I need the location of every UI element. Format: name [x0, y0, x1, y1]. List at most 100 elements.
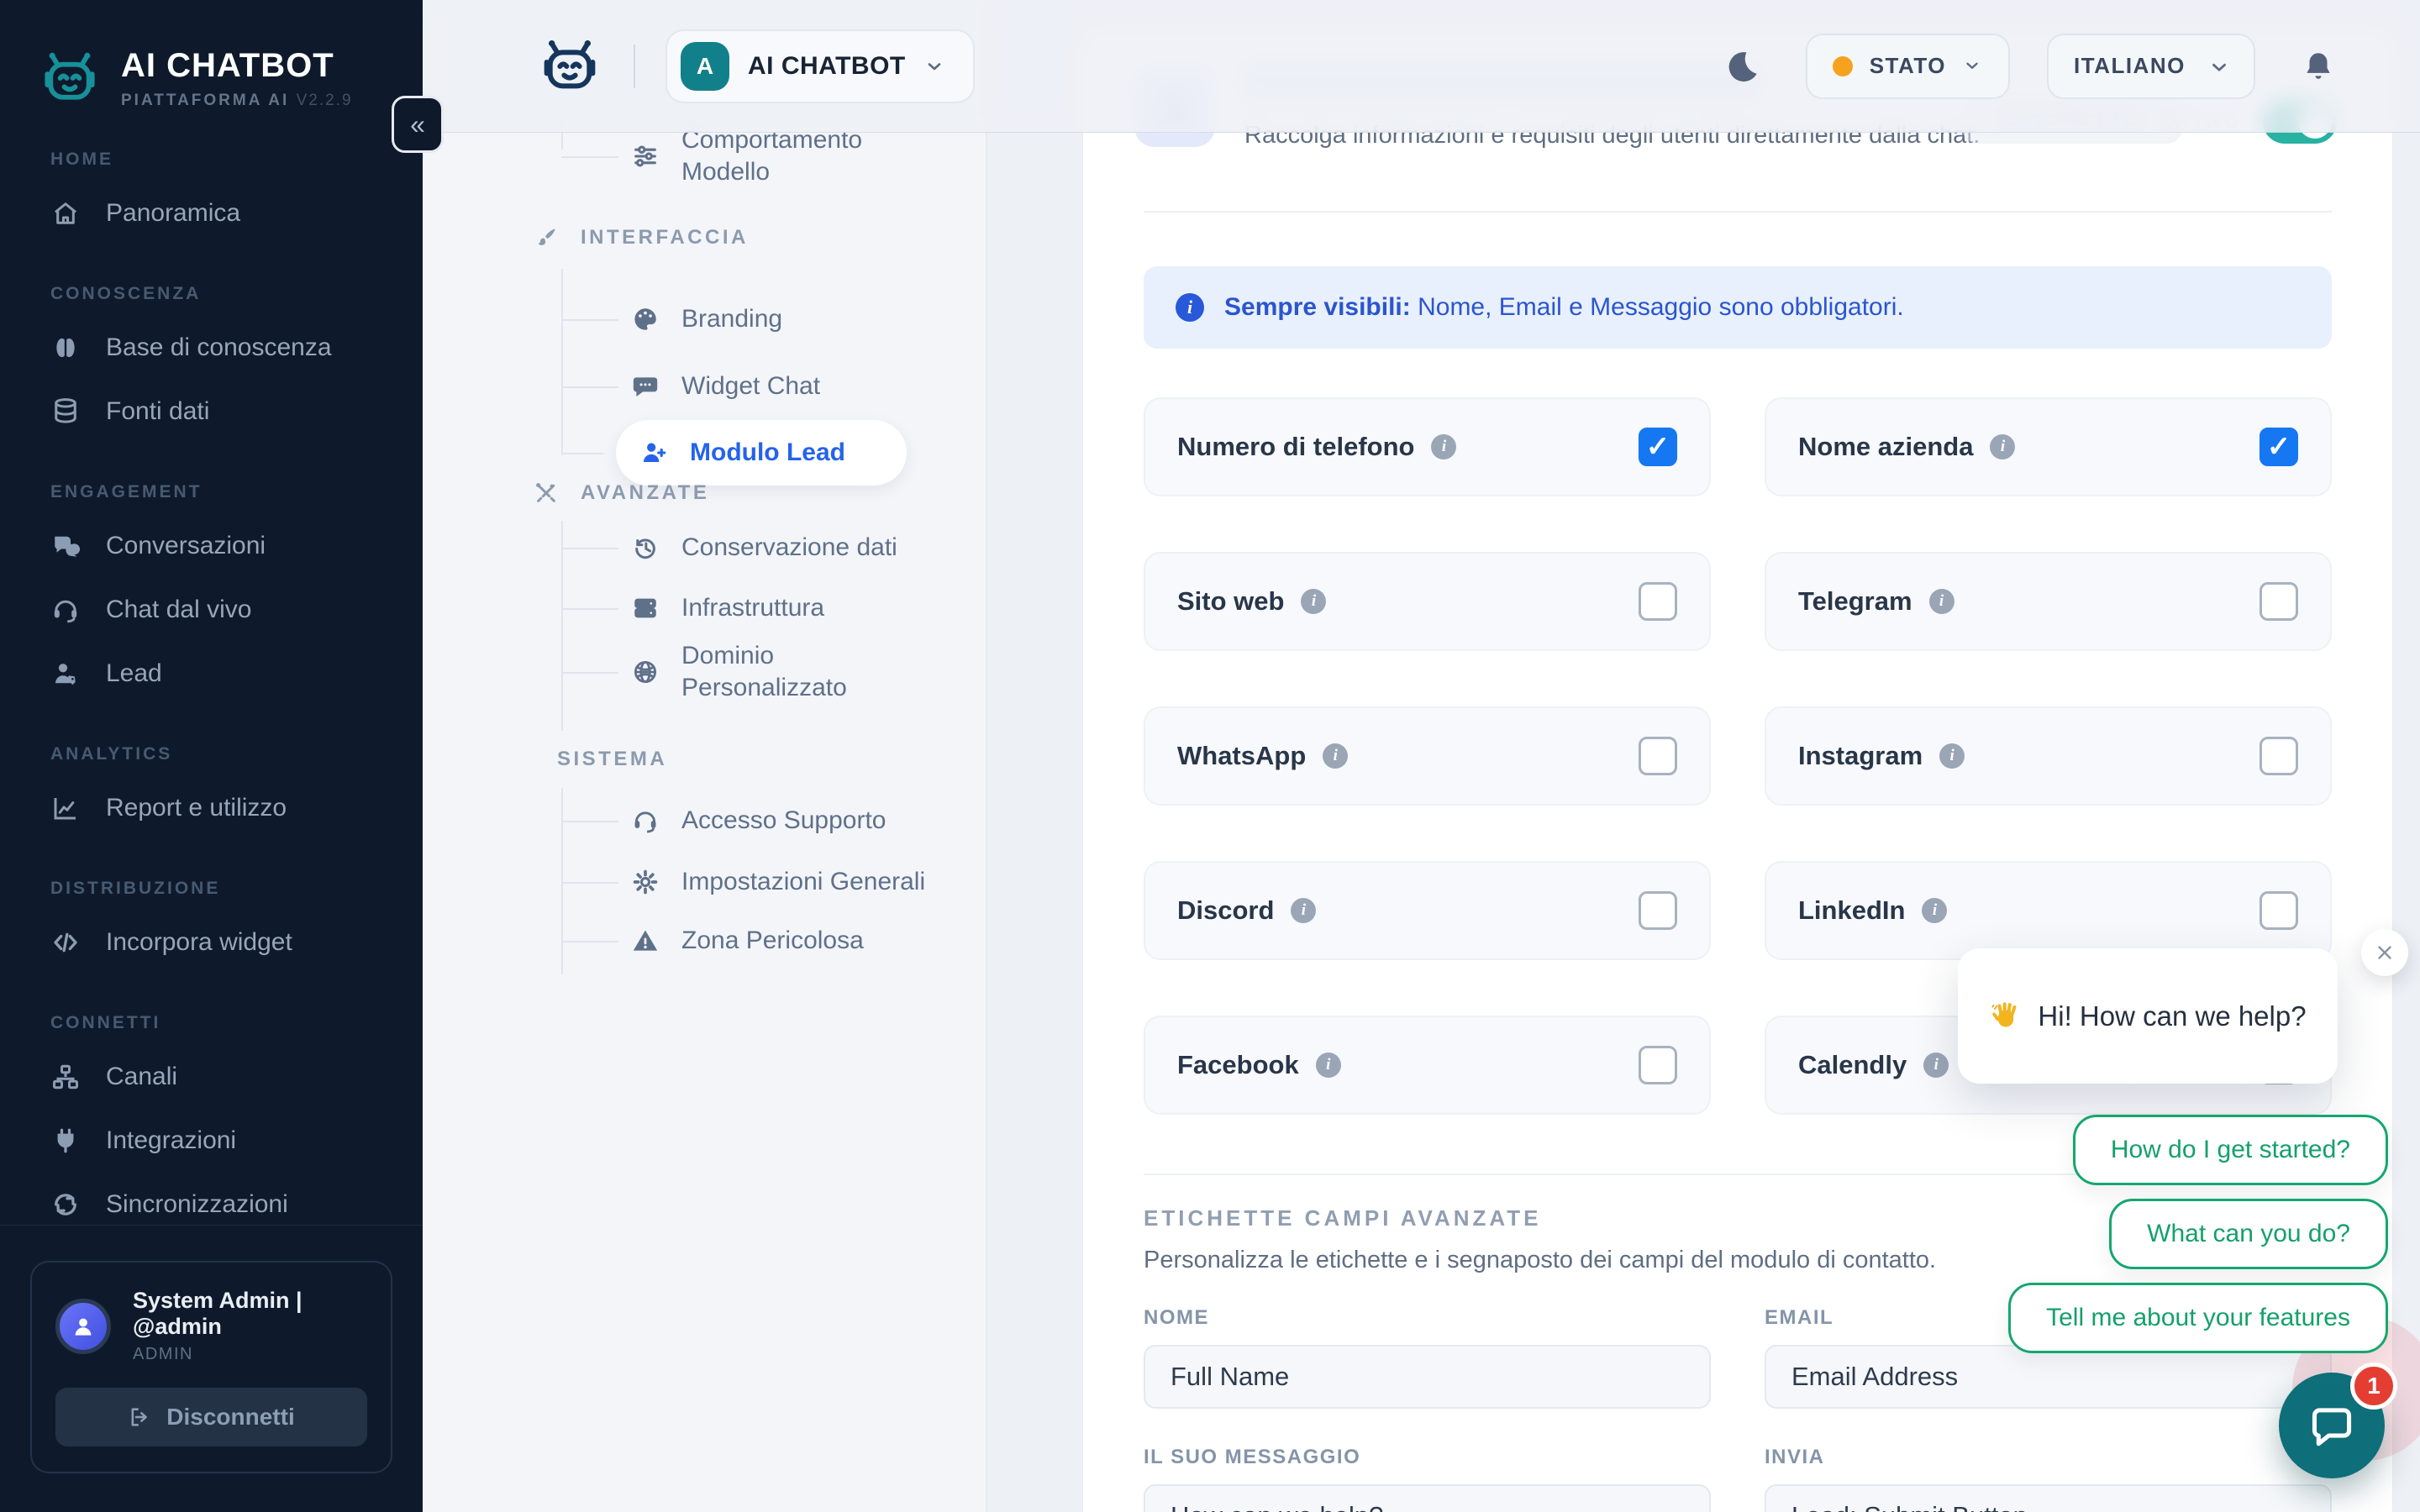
messaggio-label-input[interactable]: [1144, 1484, 1711, 1512]
settings-item-zona-pericolosa[interactable]: Zona Pericolosa: [631, 916, 864, 966]
wave-emoji-icon: [1989, 1000, 2023, 1033]
notifications-bell-button[interactable]: [2292, 40, 2344, 92]
checkbox-sito-web[interactable]: ✓: [1639, 582, 1677, 621]
settings-item-impostazioni-generali[interactable]: Impostazioni Generali: [631, 857, 925, 907]
checkbox-numero-di-telefono[interactable]: ✓: [1639, 428, 1677, 466]
sidebar-item-incorpora-widget[interactable]: Incorpora widget: [29, 911, 394, 974]
avatar: [55, 1299, 111, 1354]
sync-icon: [50, 1189, 81, 1220]
chat-suggestion-what-can-you-do[interactable]: What can you do?: [2109, 1199, 2388, 1269]
tools-icon: [534, 480, 559, 506]
settings-section-avanzate: AVANZATE: [534, 480, 709, 506]
sidebar-item-canali[interactable]: Canali: [29, 1045, 394, 1109]
info-icon[interactable]: i: [1922, 898, 1947, 923]
plug-icon: [50, 1126, 81, 1156]
user-name: System Admin | @admin: [133, 1288, 367, 1340]
field-card-nome-azienda[interactable]: Nome azienda i ✓: [1765, 397, 2332, 496]
brain-icon: [50, 333, 81, 363]
sidebar-item-fonti-dati[interactable]: Fonti dati: [29, 380, 394, 444]
info-icon[interactable]: i: [1291, 898, 1316, 923]
info-icon[interactable]: i: [1431, 434, 1456, 459]
checkbox-discord[interactable]: ✓: [1639, 891, 1677, 930]
info-icon[interactable]: i: [1939, 743, 1965, 769]
info-icon[interactable]: i: [1990, 434, 2015, 459]
sidebar-collapse-button[interactable]: «: [392, 96, 444, 153]
sliders-icon: [631, 142, 660, 171]
info-icon[interactable]: i: [1316, 1053, 1341, 1078]
checkbox-telegram[interactable]: ✓: [2260, 582, 2298, 621]
field-card-linkedin[interactable]: LinkedIn i ✓: [1765, 861, 2332, 960]
checkbox-instagram[interactable]: ✓: [2260, 737, 2298, 775]
chevron-down-icon: [2208, 56, 2228, 76]
chat-suggestion-features[interactable]: Tell me about your features: [2008, 1283, 2388, 1353]
settings-item-conservazione-dati[interactable]: Conservazione dati: [631, 522, 897, 573]
field-card-sito-web[interactable]: Sito web i ✓: [1144, 552, 1711, 651]
checkbox-facebook[interactable]: ✓: [1639, 1046, 1677, 1084]
checkbox-nome-azienda[interactable]: ✓: [2260, 428, 2298, 466]
settings-item-dominio-personalizzato[interactable]: Dominio Personalizzato: [631, 640, 900, 704]
settings-section-sistema: SISTEMA: [557, 748, 667, 771]
warning-icon: [631, 927, 660, 955]
email-label-input[interactable]: [1765, 1345, 2332, 1409]
field-card-telegram[interactable]: Telegram i ✓: [1765, 552, 2332, 651]
chat-close-button[interactable]: [2361, 929, 2408, 976]
settings-item-infrastruttura[interactable]: Infrastruttura: [631, 583, 824, 633]
app-tagline: PIATTAFORMA AI V2.2.9: [121, 92, 353, 110]
invia-label-input[interactable]: [1765, 1484, 2332, 1512]
chart-icon: [50, 793, 81, 823]
sidebar-item-report-e-utilizzo[interactable]: Report e utilizzo: [29, 776, 394, 840]
settings-item-comportamento-modello[interactable]: Comportamento Modello: [631, 124, 950, 188]
chat-suggestion-get-started[interactable]: How do I get started?: [2073, 1115, 2388, 1185]
history-icon: [631, 533, 660, 562]
sidebar-item-base-di-conoscenza[interactable]: Base di conoscenza: [29, 316, 394, 380]
sidebar-item-lead[interactable]: Lead: [29, 642, 394, 706]
sidebar-footer: System Admin | @admin ADMIN Disconnetti: [0, 1225, 423, 1512]
chat-greeting-bubble[interactable]: Hi! How can we help?: [1958, 948, 2338, 1084]
settings-item-modulo-lead[interactable]: Modulo Lead: [616, 420, 907, 486]
language-dropdown[interactable]: ITALIANO: [2047, 34, 2255, 99]
sidebar-item-panoramica[interactable]: Panoramica: [29, 181, 394, 245]
status-dropdown[interactable]: STATO: [1806, 34, 2010, 99]
sidebar-item-conversazioni[interactable]: Conversazioni: [29, 514, 394, 578]
info-icon[interactable]: i: [1301, 589, 1326, 614]
field-card-discord[interactable]: Discord i ✓: [1144, 861, 1711, 960]
server-icon: [631, 594, 660, 622]
home-icon: [50, 198, 81, 228]
status-dot: [1833, 56, 1853, 76]
bot-avatar: A: [681, 42, 729, 91]
settings-item-accesso-supporto[interactable]: Accesso Supporto: [631, 795, 886, 846]
settings-item-branding[interactable]: Branding: [631, 294, 782, 344]
info-icon[interactable]: i: [1929, 589, 1954, 614]
chevron-down-icon: [924, 56, 944, 76]
robot-logo-icon: [37, 45, 103, 111]
chevron-down-icon: [1963, 56, 1983, 76]
sidebar-item-chat-dal-vivo[interactable]: Chat dal vivo: [29, 578, 394, 642]
sitemap-icon: [50, 1062, 81, 1092]
checkbox-whatsapp[interactable]: ✓: [1639, 737, 1677, 775]
primary-sidebar: AI CHATBOT PIATTAFORMA AI V2.2.9 HOME Pa…: [0, 0, 423, 1512]
chat-bubble-icon: [631, 372, 660, 401]
info-icon[interactable]: i: [1923, 1053, 1949, 1078]
divider: [634, 45, 635, 88]
bot-selector-dropdown[interactable]: A AI CHATBOT: [666, 29, 975, 103]
field-card-numero-di-telefono[interactable]: Numero di telefono i ✓: [1144, 397, 1711, 496]
messaggio-field-label: IL SUO MESSAGGIO: [1144, 1446, 1711, 1469]
dark-mode-toggle[interactable]: [1717, 40, 1769, 92]
required-fields-banner: i Sempre visibili: Nome, Email e Messagg…: [1144, 266, 2332, 349]
logout-button[interactable]: Disconnetti: [55, 1388, 367, 1446]
topbar: A AI CHATBOT STATO ITALIANO: [423, 0, 2420, 133]
checkbox-linkedin[interactable]: ✓: [2260, 891, 2298, 930]
field-card-facebook[interactable]: Facebook i ✓: [1144, 1016, 1711, 1115]
sidebar-item-integrazioni[interactable]: Integrazioni: [29, 1109, 394, 1173]
sidebar-nav: HOME Panoramica CONOSCENZA Base di conos…: [0, 150, 423, 1236]
palette-icon: [631, 305, 660, 333]
field-card-instagram[interactable]: Instagram i ✓: [1765, 706, 2332, 806]
tree-connector: [561, 521, 563, 731]
settings-item-widget-chat[interactable]: Widget Chat: [631, 361, 820, 412]
info-icon[interactable]: i: [1323, 743, 1348, 769]
field-card-whatsapp[interactable]: WhatsApp i ✓: [1144, 706, 1711, 806]
chats-icon: [50, 531, 81, 561]
app-title: AI CHATBOT: [121, 47, 353, 85]
info-icon: i: [1176, 293, 1204, 322]
nome-label-input[interactable]: [1144, 1345, 1711, 1409]
